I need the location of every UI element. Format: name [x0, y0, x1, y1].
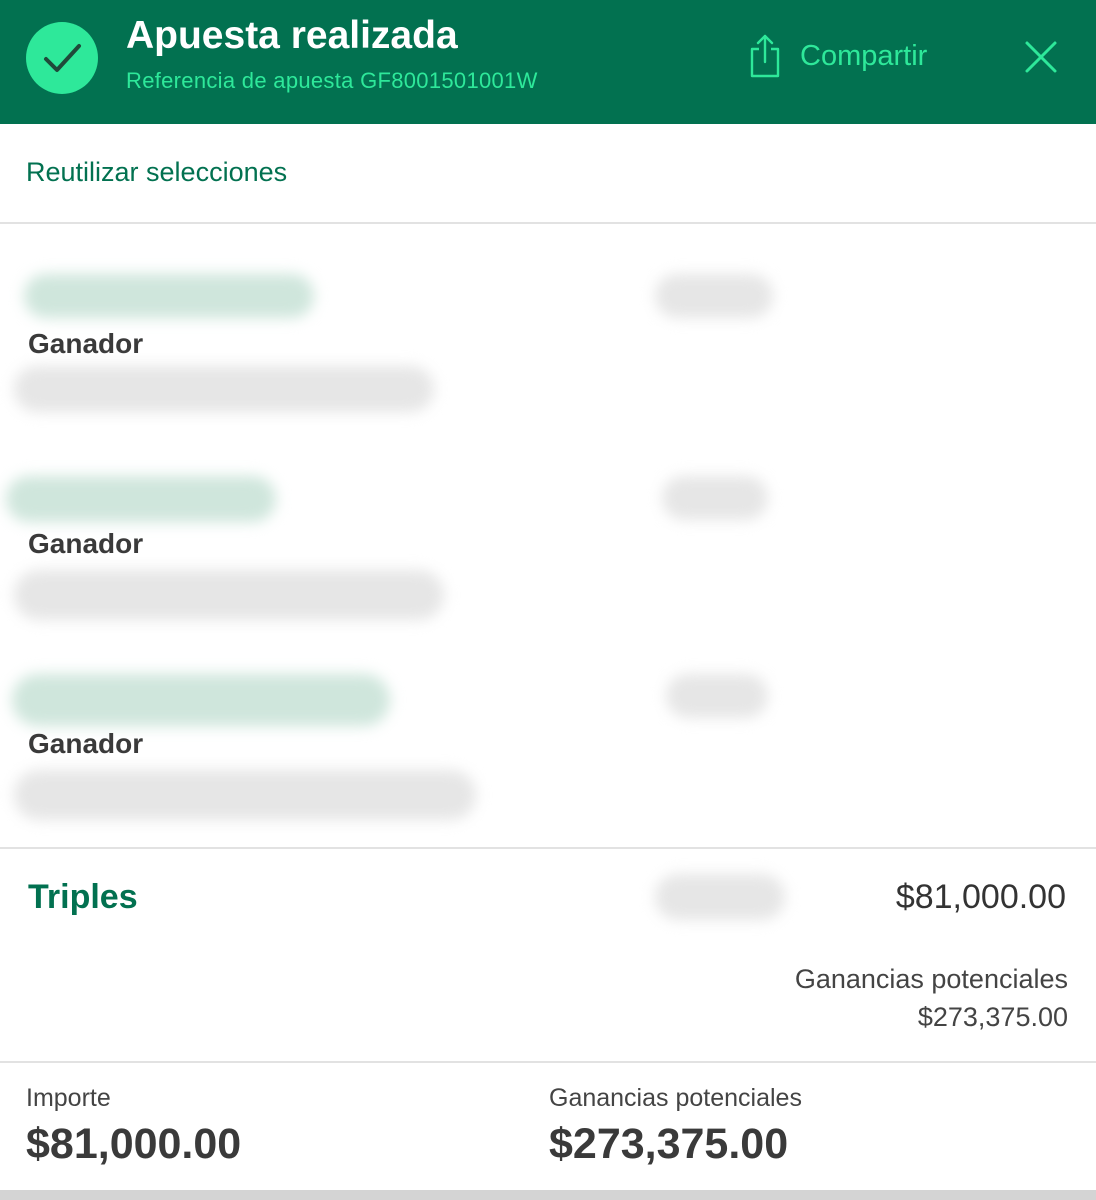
selection-market: Ganador	[28, 528, 144, 559]
share-icon	[748, 33, 782, 79]
share-button[interactable]: Compartir	[748, 30, 927, 82]
redacted-selection-name	[6, 476, 276, 522]
redacted-odds	[655, 274, 773, 318]
redacted-odds	[666, 674, 768, 718]
redacted-odds	[655, 874, 785, 920]
redacted-event-name	[14, 570, 444, 620]
selection-item: Ganador	[0, 224, 1096, 424]
total-stake-label: Importe	[26, 1084, 111, 1112]
check-circle-icon	[26, 22, 98, 94]
selection-market: Ganador	[28, 328, 144, 359]
bet-potential-label: Ganancias potenciales	[794, 964, 1068, 994]
redacted-selection-name	[24, 274, 314, 318]
selection-market: Ganador	[28, 728, 144, 759]
bottom-edge	[0, 1190, 1096, 1200]
reuse-selections-link[interactable]: Reutilizar selecciones	[26, 157, 287, 188]
close-button[interactable]	[1020, 36, 1062, 78]
bet-potential-value: $273,375.00	[917, 1002, 1068, 1032]
page-title: Apuesta realizada	[126, 14, 458, 57]
selection-item: Ganador	[0, 424, 1096, 624]
share-label: Compartir	[800, 39, 928, 72]
reuse-selections-row: Reutilizar selecciones	[0, 124, 1096, 224]
selection-item: Ganador	[0, 624, 1096, 824]
divider	[0, 847, 1096, 849]
total-potential-value: $273,375.00	[549, 1120, 789, 1168]
total-potential-label: Ganancias potenciales	[549, 1084, 802, 1112]
confirmation-header: Apuesta realizada Referencia de apuesta …	[0, 0, 1096, 124]
bet-reference: Referencia de apuesta GF8001501001W	[126, 68, 538, 93]
redacted-event-name	[14, 366, 434, 412]
bet-type-title: Triples	[28, 878, 138, 916]
bet-stake: $81,000.00	[895, 878, 1066, 916]
redacted-selection-name	[12, 674, 390, 726]
total-stake-value: $81,000.00	[26, 1120, 242, 1168]
redacted-odds	[662, 476, 768, 520]
close-icon	[1025, 41, 1057, 73]
divider	[0, 1061, 1096, 1063]
redacted-event-name	[14, 770, 476, 820]
